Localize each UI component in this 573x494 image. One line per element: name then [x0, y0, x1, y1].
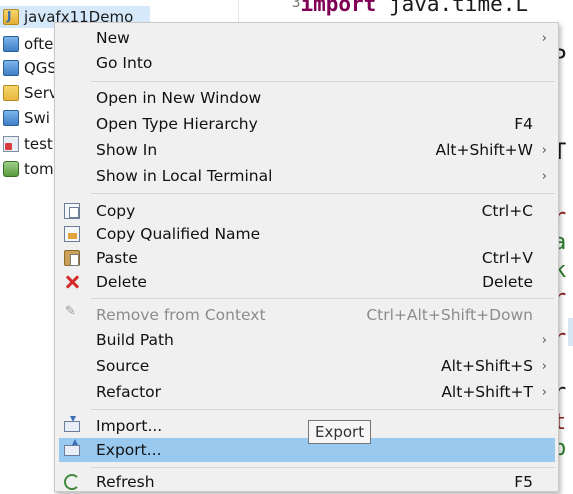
- menu-item-new[interactable]: New ›: [59, 26, 555, 50]
- editor-highlight-ruler: [568, 318, 573, 346]
- paste-icon: [64, 250, 80, 266]
- tree-item-label: test: [24, 135, 53, 153]
- remove-from-context-icon: [64, 304, 80, 323]
- menu-item-shortcut: F4: [514, 115, 533, 133]
- menu-item-show-in[interactable]: Show In Alt+Shift+W ›: [59, 138, 555, 162]
- refresh-icon: [64, 474, 80, 490]
- server-icon: [3, 161, 19, 177]
- menu-separator: [91, 193, 555, 194]
- menu-item-delete[interactable]: Delete Delete: [59, 270, 555, 294]
- menu-item-label: Delete: [96, 273, 147, 291]
- menu-item-label: Show In: [96, 141, 158, 159]
- code-text: java.time.L: [376, 0, 529, 16]
- folder-icon: [3, 85, 19, 101]
- menu-item-source[interactable]: Source Alt+Shift+S ›: [59, 354, 555, 378]
- menu-item-label: Copy: [96, 202, 136, 220]
- submenu-arrow-icon: ›: [541, 168, 547, 184]
- menu-item-refactor[interactable]: Refactor Alt+Shift+T ›: [59, 380, 555, 404]
- menu-item-refresh[interactable]: Refresh F5: [59, 470, 555, 494]
- menu-item-label: Remove from Context: [96, 306, 266, 324]
- menu-item-open-type-hierarchy[interactable]: Open Type Hierarchy F4: [59, 112, 555, 136]
- tree-item-label: tom: [24, 160, 54, 178]
- menu-separator: [91, 298, 555, 299]
- code-line-import: 3import java.time.L: [292, 0, 528, 16]
- menu-separator: [91, 81, 555, 82]
- menu-item-shortcut: Ctrl+Alt+Shift+Down: [366, 306, 533, 324]
- submenu-arrow-icon: ›: [541, 142, 547, 158]
- tree-item-label: Serv: [24, 84, 58, 102]
- project-explorer: javafx11Demo ofte QGS Serv Swi test tom: [0, 0, 150, 481]
- java-project-icon: [3, 9, 19, 25]
- menu-item-label: Source: [96, 357, 150, 375]
- import-icon: [64, 416, 80, 432]
- menu-item-shortcut: Ctrl+C: [481, 202, 533, 220]
- menu-item-label: Go Into: [96, 54, 153, 72]
- menu-separator: [91, 467, 555, 468]
- menu-item-shortcut: Alt+Shift+S: [440, 357, 533, 375]
- menu-item-export[interactable]: Export...: [59, 438, 555, 462]
- menu-item-build-path[interactable]: Build Path ›: [59, 328, 555, 352]
- package-folder-icon: [3, 60, 19, 76]
- tree-item-label: Swi: [24, 109, 50, 127]
- menu-item-label: Export...: [96, 441, 162, 459]
- submenu-arrow-icon: ›: [541, 384, 547, 400]
- menu-item-remove-from-context[interactable]: Remove from Context Ctrl+Alt+Shift+Down: [59, 303, 555, 327]
- menu-item-import[interactable]: Import...: [59, 414, 555, 438]
- menu-item-label: Show in Local Terminal: [96, 167, 273, 185]
- delete-icon: [64, 274, 80, 290]
- menu-item-shortcut: Alt+Shift+T: [441, 383, 533, 401]
- menu-item-label: Open in New Window: [96, 89, 262, 107]
- menu-item-label: Paste: [96, 249, 138, 267]
- tree-item-label: QGS: [24, 59, 57, 77]
- menu-item-label: Copy Qualified Name: [96, 225, 261, 243]
- context-menu: New › Go Into Open in New Window Open Ty…: [54, 22, 559, 492]
- menu-item-paste[interactable]: Paste Ctrl+V: [59, 246, 555, 270]
- menu-item-copy[interactable]: Copy Ctrl+C: [59, 199, 555, 223]
- menu-item-label: Build Path: [96, 331, 174, 349]
- export-icon: [64, 439, 80, 456]
- package-folder-icon: [3, 110, 19, 126]
- tree-item-label: ofte: [24, 35, 54, 53]
- code-keyword: import: [300, 0, 377, 16]
- copy-icon: [64, 203, 80, 219]
- menu-item-go-into[interactable]: Go Into: [59, 51, 555, 75]
- menu-separator: [91, 409, 555, 410]
- menu-item-label: Refactor: [96, 383, 162, 401]
- error-project-icon: [3, 136, 19, 152]
- copy-qualified-name-icon: [64, 226, 80, 242]
- menu-item-shortcut: Ctrl+V: [481, 249, 533, 267]
- submenu-arrow-icon: ›: [541, 358, 547, 374]
- menu-item-label: New: [96, 29, 130, 47]
- submenu-arrow-icon: ›: [541, 30, 547, 46]
- menu-item-show-in-local-terminal[interactable]: Show in Local Terminal ›: [59, 164, 555, 188]
- menu-item-label: Refresh: [96, 473, 155, 491]
- menu-item-label: Open Type Hierarchy: [96, 115, 258, 133]
- package-folder-icon: [3, 36, 19, 52]
- menu-item-open-in-new-window[interactable]: Open in New Window: [59, 86, 555, 110]
- menu-item-shortcut: Delete: [482, 273, 533, 291]
- menu-item-label: Import...: [96, 417, 163, 435]
- menu-item-shortcut: Alt+Shift+W: [435, 141, 533, 159]
- submenu-arrow-icon: ›: [541, 332, 547, 348]
- export-tooltip: Export: [308, 420, 372, 444]
- menu-item-shortcut: F5: [514, 473, 533, 491]
- menu-item-copy-qualified-name[interactable]: Copy Qualified Name: [59, 222, 555, 246]
